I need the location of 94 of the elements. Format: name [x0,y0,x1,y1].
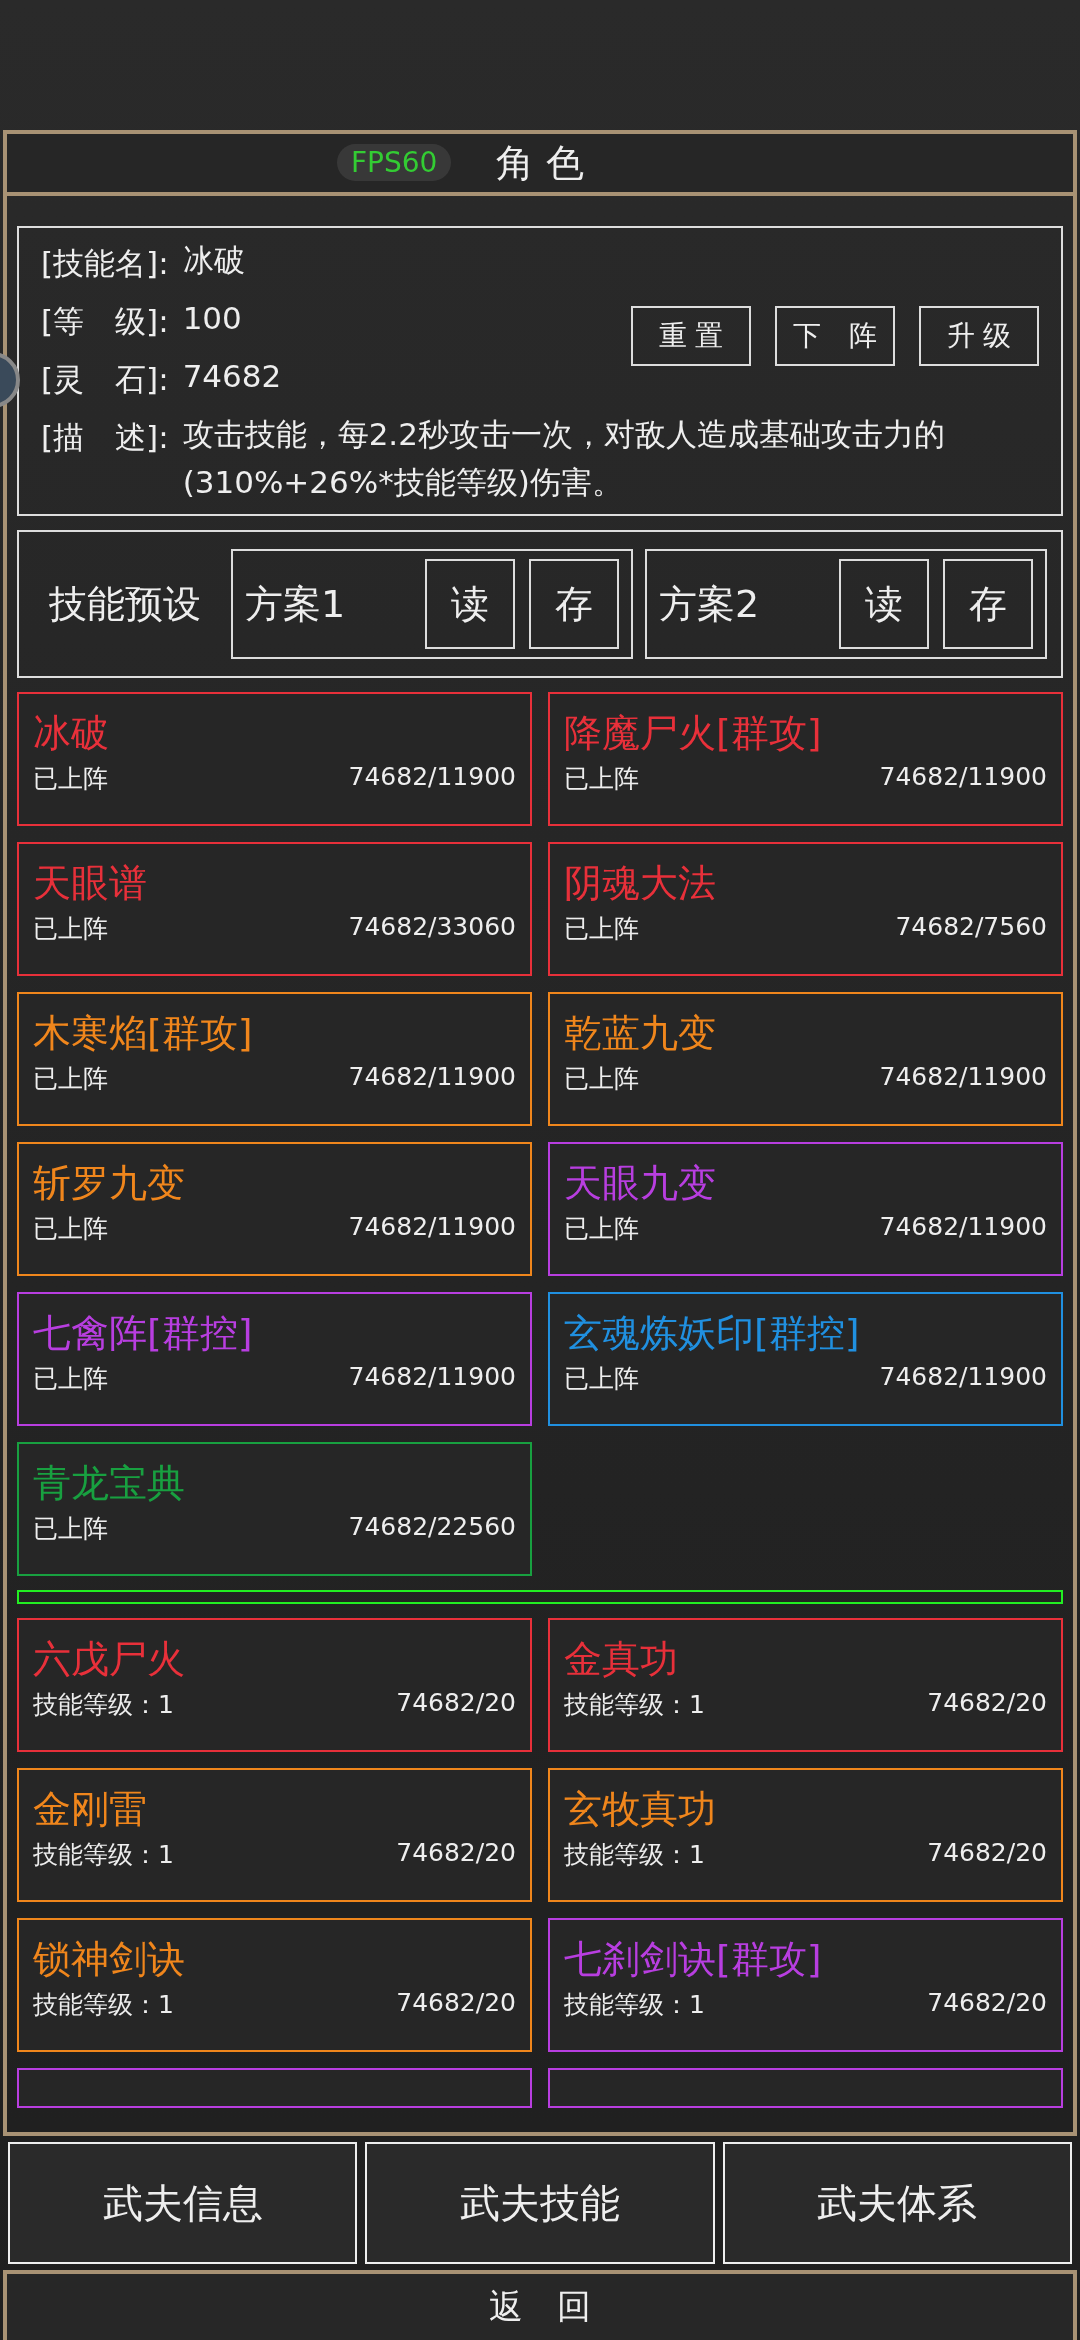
skill-name: 木寒焰[群攻] [33,1010,254,1057]
skill-name: 金真功 [564,1636,679,1683]
save-button[interactable]: 存 [529,559,619,649]
action-button[interactable]: 下 阵 [775,306,895,366]
info-label: [技能名]: [41,244,169,283]
skill-card[interactable]: 玄魂炼妖印[群控] 已上阵 74682/11900 [548,1292,1063,1426]
scheme-name: 方案1 [245,580,347,628]
info-value: 74682 [182,357,282,396]
skill-status: 技能等级：1 [564,1839,705,1871]
skill-status: 已上阵 [33,1213,108,1245]
skill-card[interactable] [17,2068,532,2108]
skill-status: 已上阵 [33,913,108,945]
skill-status: 技能等级：1 [564,1989,705,2021]
skill-cost: 74682/11900 [879,1362,1047,1393]
skill-status: 已上阵 [33,1363,108,1395]
skill-name: 玄牧真功 [564,1786,717,1833]
info-label: [描 述]: [41,418,169,457]
skill-status: 已上阵 [33,1513,108,1545]
skill-status: 已上阵 [564,763,639,795]
back-button[interactable]: 返 回 [3,2270,1077,2340]
action-button[interactable]: 重 置 [631,306,751,366]
skill-cost: 74682/11900 [348,1362,516,1393]
action-button[interactable]: 升 级 [919,306,1039,366]
skill-name: 乾蓝九变 [564,1010,717,1057]
skill-status: 技能等级：1 [564,1689,705,1721]
nav-tab[interactable]: 武夫信息 [8,2142,358,2264]
skill-card[interactable]: 天眼谱 已上阵 74682/33060 [17,842,532,976]
skill-card[interactable]: 六戊尸火 技能等级：1 74682/20 [17,1618,532,1752]
skill-card[interactable]: 斩罗九变 已上阵 74682/11900 [17,1142,532,1276]
skill-name: 金刚雷 [33,1786,148,1833]
skill-name: 六戊尸火 [33,1636,186,1683]
skill-name: 阴魂大法 [564,860,717,907]
skill-status: 已上阵 [564,1213,639,1245]
preset-label: 技能预设 [49,580,202,628]
skill-cost: 74682/11900 [879,1212,1047,1243]
save-button[interactable]: 存 [943,559,1033,649]
skill-card[interactable]: 木寒焰[群攻] 已上阵 74682/11900 [17,992,532,1126]
skill-cost: 74682/11900 [879,762,1047,793]
skill-card[interactable]: 乾蓝九变 已上阵 74682/11900 [548,992,1063,1126]
skill-card[interactable]: 天眼九变 已上阵 74682/11900 [548,1142,1063,1276]
skill-card[interactable]: 青龙宝典 已上阵 74682/22560 [17,1442,532,1576]
skill-status: 已上阵 [564,1363,639,1395]
skill-cost: 74682/22560 [348,1512,516,1543]
nav-tab[interactable]: 武夫技能 [365,2142,715,2264]
skill-cost: 74682/20 [396,1688,516,1719]
skill-cost: 74682/11900 [348,1062,516,1093]
skill-name: 天眼谱 [33,860,148,907]
skill-cost: 74682/20 [927,1688,1047,1719]
skill-status: 已上阵 [33,1063,108,1095]
skill-status: 技能等级：1 [33,1989,174,2021]
skill-cost: 74682/33060 [348,912,516,943]
skill-cost: 74682/20 [396,1838,516,1869]
skill-card[interactable]: 阴魂大法 已上阵 74682/7560 [548,842,1063,976]
load-button[interactable]: 读 [839,559,929,649]
skill-card[interactable]: 冰破 已上阵 74682/11900 [17,692,532,826]
skill-cost: 74682/20 [927,1838,1047,1869]
skill-cost: 74682/20 [927,1988,1047,2019]
skill-status: 已上阵 [33,763,108,795]
skill-status: 已上阵 [564,913,639,945]
skill-name: 七禽阵[群控] [33,1310,254,1357]
skill-name: 冰破 [33,710,110,757]
skill-name: 斩罗九变 [33,1160,186,1207]
skill-name: 降魔尸火[群攻] [564,710,823,757]
skill-name: 青龙宝典 [33,1460,186,1507]
info-label: [等 级]: [41,302,169,341]
skill-cost: 74682/20 [396,1988,516,2019]
info-value: 攻击技能，每2.2秒攻击一次，对敌人造成基础攻击力的(310%+26%*技能等级)伤害。 [182,415,946,502]
fps-badge: FPS60 [337,144,452,181]
skill-name: 七刹剑诀[群攻] [564,1936,823,1983]
skill-status: 已上阵 [564,1063,639,1095]
load-button[interactable]: 读 [425,559,515,649]
skill-card[interactable]: 七刹剑诀[群攻] 技能等级：1 74682/20 [548,1918,1063,2052]
info-value: 100 [182,299,242,338]
skill-status: 技能等级：1 [33,1689,174,1721]
scheme-name: 方案2 [659,580,761,628]
skill-name: 锁神剑诀 [33,1936,186,1983]
skill-cost: 74682/11900 [348,1212,516,1243]
skill-cost: 74682/7560 [895,912,1047,943]
info-label: [灵 石]: [41,360,169,399]
page-title: 角 色 [495,139,585,187]
skill-card[interactable] [548,2068,1063,2108]
skill-name: 天眼九变 [564,1160,717,1207]
skill-status: 技能等级：1 [33,1839,174,1871]
skill-card[interactable]: 七禽阵[群控] 已上阵 74682/11900 [17,1292,532,1426]
skill-card[interactable]: 金刚雷 技能等级：1 74682/20 [17,1768,532,1902]
skill-cost: 74682/11900 [348,762,516,793]
skill-cost: 74682/11900 [879,1062,1047,1093]
nav-tab[interactable]: 武夫体系 [722,2142,1072,2264]
skill-name: 玄魂炼妖印[群控] [564,1310,861,1357]
skill-card[interactable]: 锁神剑诀 技能等级：1 74682/20 [17,1918,532,2052]
skill-card[interactable]: 降魔尸火[群攻] 已上阵 74682/11900 [548,692,1063,826]
skill-card[interactable]: 金真功 技能等级：1 74682/20 [548,1618,1063,1752]
info-value: 冰破 [182,241,245,280]
skill-card[interactable]: 玄牧真功 技能等级：1 74682/20 [548,1768,1063,1902]
